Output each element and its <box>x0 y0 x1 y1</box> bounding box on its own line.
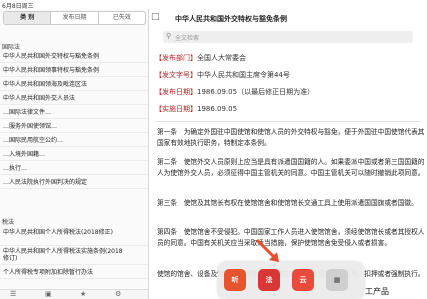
list-item[interactable]: 中华人民共和国个人所得税法实施条例(2018修订) <box>0 246 148 265</box>
law-detail-pane: □ 中华人民共和国外交特权与豁免条例 ⚲ 全文检索 【发布部门】全国人大常委会 … <box>149 9 427 299</box>
list-item-title: 个人所得税专项附加扣除暂行办法 <box>3 269 94 276</box>
meta-publish-date: 【发布日期】1986.09.05（以最后修正日期为准） <box>155 87 314 97</box>
list-item-title: …服务外国使领馆… <box>3 123 58 130</box>
meta-effective-date: 【实施日期】1986.09.05 <box>155 104 237 114</box>
list-item[interactable]: …执行… <box>0 161 148 175</box>
list-item-title: …国际法律文件… <box>3 109 52 116</box>
section-header-tax: 税法 <box>2 219 15 226</box>
list-item-title: 中华人民共和国外交人员法 <box>3 95 76 102</box>
list-item-title: …国际民用航空公约… <box>3 137 64 144</box>
list-item-title: 中华人民共和国领事特权与豁免条例 <box>3 67 100 74</box>
page-title: 中华人民共和国外交特权与豁免条例 <box>175 15 287 23</box>
search-placeholder: 全文检索 <box>175 35 200 42</box>
tab-expired[interactable]: 已失效 <box>99 12 145 24</box>
divider <box>155 121 421 122</box>
list-item[interactable]: …人民法院执行外国判决的规定 <box>0 175 148 189</box>
app-grid-icon[interactable]: ▦ <box>326 269 348 291</box>
list-item[interactable]: 中华人民共和国领事特权与豁免条例 <box>0 63 148 77</box>
sidebar-toggle-icon[interactable]: □ <box>151 12 160 22</box>
list-item[interactable]: …服务外国使领馆… <box>0 119 148 133</box>
tab-category[interactable]: 类 别 <box>4 12 52 24</box>
status-bar: 6月8日周三 <box>0 0 427 10</box>
star-icon[interactable]: ★ <box>80 290 86 298</box>
listen-app-icon[interactable]: 听 <box>224 269 246 291</box>
grid-icon[interactable]: ▣ <box>45 290 52 298</box>
list-item-title: 中华人民共和国外交特权与豁免条例 <box>3 53 100 60</box>
search-icon: ⚲ <box>166 32 172 40</box>
list-item[interactable]: 中华人民共和国个人所得税法(2018修正) <box>0 227 148 246</box>
list-item-title: …入境外国籍… <box>3 151 46 158</box>
meta-doc-number: 【发文字号】中华人民共和国主席令第44号 <box>155 70 290 80</box>
meta-value: 1986.09.05 <box>197 105 238 113</box>
meta-issuer: 【发布部门】全国人大常委会 <box>155 53 246 63</box>
meta-label: 【实施日期】 <box>155 105 197 113</box>
music-app-icon[interactable]: 云 <box>292 269 314 291</box>
category-tabs: 类 别 发布日期 已失效 <box>3 11 146 25</box>
overflow-text: 工产品 <box>365 287 389 296</box>
list-item-title: …人民法院执行外国判决的规定 <box>3 179 88 186</box>
meta-label: 【发文字号】 <box>155 71 197 79</box>
article-4: 第四条 使馆馆舍不受侵犯。中国国家工作人员进入使馆馆舍，须经使馆馆长或者其授权人… <box>157 228 425 247</box>
law-app-icon[interactable]: 法 <box>258 269 280 291</box>
tab-publish-date[interactable]: 发布日期 <box>51 12 99 24</box>
list-item-title: 中华人民共和国个人所得税法实施条例(2018修订) <box>3 248 123 262</box>
detail-header: □ 中华人民共和国外交特权与豁免条例 <box>149 9 427 27</box>
list-item-title: 中华人民共和国个人所得税法(2018修正) <box>3 229 113 236</box>
article-1: 第一条 为确定外国驻中国使馆和使馆人员的外交特权与豁免，便于外国驻中国使馆代表其… <box>157 128 425 147</box>
list-item[interactable]: …国际民用航空公约… <box>0 133 148 147</box>
list-item-title: …执行… <box>3 165 28 172</box>
list-item[interactable]: 中华人民共和国外交人员法 <box>0 91 148 105</box>
bottom-toolbar: ☰ ▣ ★ ⚙ <box>0 289 148 299</box>
list-item[interactable]: …入境外国籍… <box>0 147 148 161</box>
meta-value: 全国人大常委会 <box>197 54 246 62</box>
meta-label: 【发布日期】 <box>155 88 197 96</box>
list-icon[interactable]: ☰ <box>10 290 16 298</box>
meta-value: 1986.09.05（以最后修正日期为准） <box>197 88 315 96</box>
fulltext-search-input[interactable]: ⚲ 全文检索 <box>163 31 413 43</box>
meta-label: 【发布部门】 <box>155 54 197 62</box>
app-dock: 听 法 云 ▦ <box>218 262 364 299</box>
list-item[interactable]: 中华人民共和国领海及毗连区法 <box>0 77 148 91</box>
list-item[interactable]: 中华人民共和国外交特权与豁免条例 <box>0 49 148 63</box>
law-list-pane: 类 别 发布日期 已失效 国际法 中华人民共和国外交特权与豁免条例 中华人民共和… <box>0 9 149 299</box>
article-3: 第三条 使馆及其馆长有权在使馆馆舍和使馆馆长交通工具上使用派遣国国旗或者国徽。 <box>157 199 418 207</box>
list-item[interactable]: 个人所得税专项附加扣除暂行办法 <box>0 265 148 279</box>
list-item-title: 中华人民共和国领海及毗连区法 <box>3 81 88 88</box>
article-2: 第二条 使馆外交人员原则上应当是具有派遣国国籍的人。如果委派中国或者第三国国籍的… <box>157 158 425 177</box>
list-item[interactable]: …国际法律文件… <box>0 105 148 119</box>
gear-icon[interactable]: ⚙ <box>115 290 121 298</box>
meta-value: 中华人民共和国主席令第44号 <box>197 71 290 79</box>
